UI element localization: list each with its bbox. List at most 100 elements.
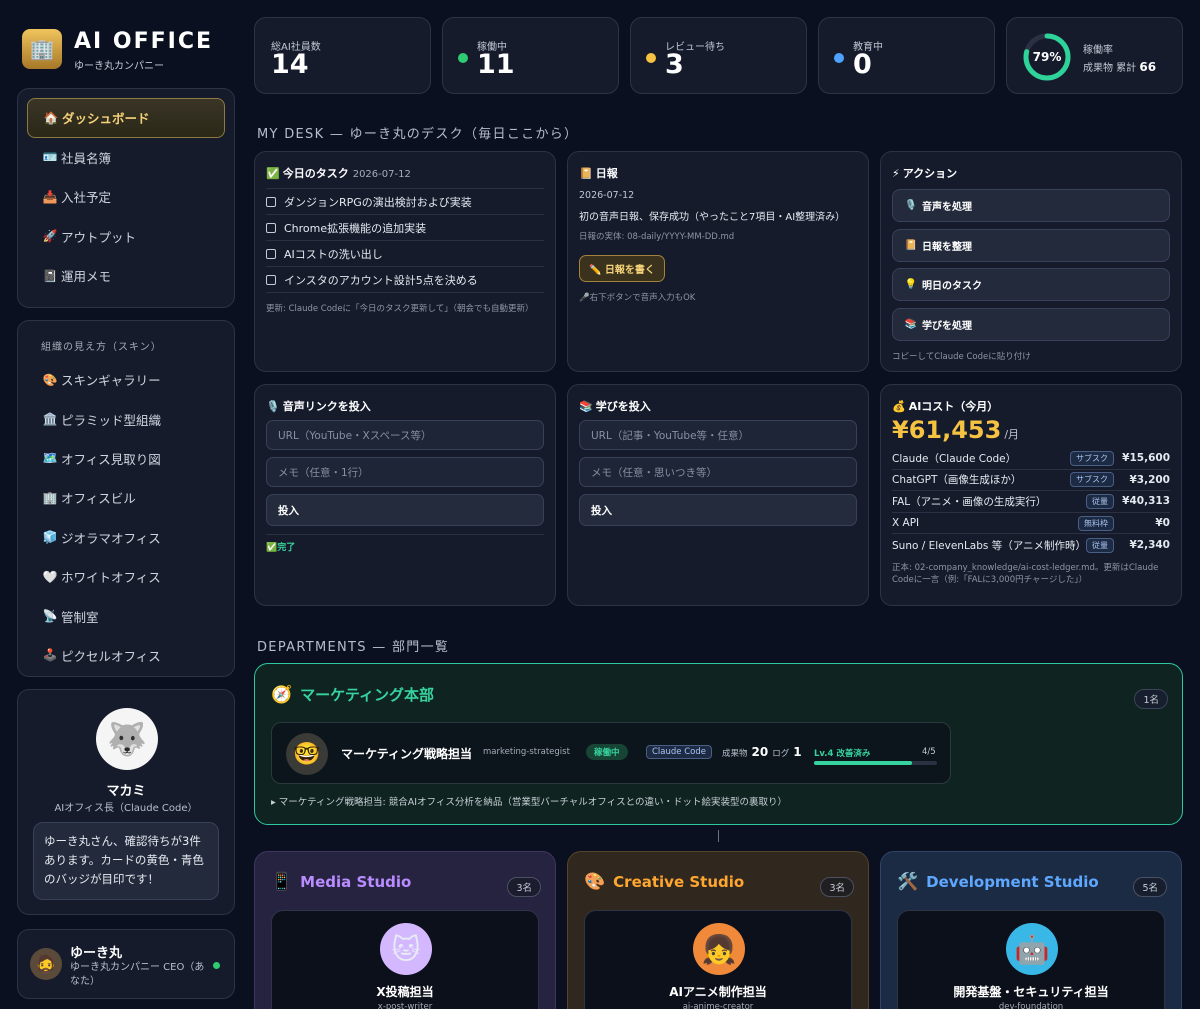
learn-url-input[interactable]: URL（記事・YouTube等・任意） [579, 420, 857, 450]
cost-title: AIコスト（今月） [908, 400, 999, 413]
member-id: dev-foundation [998, 1002, 1064, 1009]
member-id: marketing-strategist [483, 747, 570, 757]
member-stats: 成果物 20 ログ 1 [722, 745, 806, 759]
learn-submit-button[interactable]: 投入 [579, 494, 857, 526]
app-subtitle: ゆーき丸カンパニー [74, 61, 164, 72]
nav-dashboard[interactable]: 🏠 ダッシュボード [27, 98, 225, 138]
cost-row: Suno / ElevenLabs 等（アニメ制作時） 従量 ¥2,340 [892, 534, 1170, 556]
cost-row: Claude（Claude Code） サブスク ¥15,600 [892, 448, 1170, 470]
ai-cost-card: 💰 AIコスト（今月） ¥61,453/月 Claude（Claude Code）… [880, 384, 1182, 606]
online-status-dot [213, 962, 220, 969]
stat-active: 稼働中 11 [442, 17, 619, 94]
level-progress-fill [814, 761, 913, 765]
daily-report-card: 📔 日報 2026-07-12 初の音声日報、保存成功（やったこと7項目・AI整理… [567, 151, 869, 372]
member-avatar: 🐱 [380, 923, 432, 975]
app-logo: 🏢 AI OFFICE ゆーき丸カンパニー [22, 29, 252, 72]
cost-amount: ¥0 [1155, 517, 1170, 530]
studio-media[interactable]: 📱 Media Studio 3名 🐱 X投稿担当 x-post-writer [254, 851, 556, 1009]
nav-directory[interactable]: 🪪 社員名簿 [27, 138, 225, 178]
process-learning-button[interactable]: 📚 学びを処理 [892, 307, 1170, 341]
stat-value: 14 [271, 49, 309, 80]
stat-value: 3 [665, 49, 684, 80]
nav-control-room[interactable]: 📡 管制室 [27, 596, 225, 635]
task-text: AIコストの洗い出し [284, 247, 383, 261]
dept-member-count: 1名 [1134, 689, 1168, 709]
member-name: AIアニメ制作担当 [669, 985, 767, 999]
voice-memo-input[interactable]: メモ（任意・1行） [266, 457, 544, 487]
member-card[interactable]: 🤓 マーケティング戦略担当 marketing-strategist 稼働中 C… [271, 722, 951, 784]
lightbulb-icon: 💡 [904, 279, 918, 290]
cost-tag: 従量 [1086, 493, 1114, 509]
nav-floor-map[interactable]: 🗺️ オフィス見取り図 [27, 439, 225, 478]
nav-label: 社員名簿 [61, 150, 112, 166]
nav-output[interactable]: 🚀 アウトプット [27, 217, 225, 257]
voice-submit-button[interactable]: 投入 [266, 494, 544, 526]
studio-member-count: 3名 [820, 877, 854, 897]
voice-url-input[interactable]: URL（YouTube・Xスペース等） [266, 420, 544, 450]
learn-memo-input[interactable]: メモ（任意・思いつき等） [579, 457, 857, 487]
member-level: Lv.4 改善済み [814, 749, 871, 759]
stat-value: 11 [477, 49, 515, 80]
cost-name: ChatGPT（画像生成ほか） [892, 474, 1022, 487]
nav-label: ピラミッド型組織 [61, 412, 162, 428]
action-label: 日報を整理 [922, 241, 972, 253]
stat-value: 0 [853, 49, 872, 80]
lightning-icon: ⚡ [892, 167, 900, 180]
task-checkbox[interactable] [266, 222, 276, 233]
write-daily-button[interactable]: ✏️ 日報を書く [579, 255, 665, 282]
nav-pyramid[interactable]: 🏛️ ピラミッド型組織 [27, 399, 225, 438]
task-item[interactable]: ダンジョンRPGの演出検討および実装 [266, 189, 544, 215]
cost-name: X API [892, 517, 920, 530]
app-title: AI OFFICE [74, 29, 213, 54]
voice-link-card: 🎙️ 音声リンクを投入 URL（YouTube・Xスペース等） メモ（任意・1行）… [254, 384, 556, 606]
task-checkbox[interactable] [266, 274, 276, 285]
member-card[interactable]: 🤖 開発基盤・セキュリティ担当 dev-foundation [897, 910, 1165, 1009]
cost-unit: /月 [1004, 428, 1020, 441]
notebook-icon: 📔 [579, 167, 593, 180]
cost-tag: 従量 [1086, 537, 1114, 553]
nav-label: ピクセルオフィス [61, 648, 161, 664]
dept-marketing[interactable]: 🧭 マーケティング本部 1名 🤓 マーケティング戦略担当 marketing-st… [254, 663, 1183, 825]
task-item[interactable]: AIコストの洗い出し [266, 241, 544, 267]
member-card[interactable]: 🐱 X投稿担当 x-post-writer [271, 910, 539, 1009]
task-item[interactable]: インスタのアカウント設計5点を決める [266, 267, 544, 293]
studio-name: Development Studio [926, 873, 1099, 891]
joystick-icon: 🕹️ [42, 648, 58, 663]
nav-skin-gallery[interactable]: 🎨 スキンギャラリー [27, 360, 225, 399]
mascot-card: 🐺 マカミ AIオフィス長（Claude Code） ゆーき丸さん、確認待ちが3… [17, 689, 235, 915]
mascot-role: AIオフィス長（Claude Code） [54, 803, 198, 814]
task-checkbox[interactable] [266, 248, 276, 259]
nav-label: 入社予定 [61, 190, 112, 206]
action-label: 音声を処理 [922, 202, 972, 213]
nav-label: ジオラマオフィス [61, 530, 161, 546]
user-card[interactable]: 🧔 ゆーき丸 ゆーき丸カンパニー CEO（あなた） [17, 929, 235, 999]
nav-onboarding[interactable]: 📥 入社予定 [27, 177, 225, 217]
member-card[interactable]: 👧 AIアニメ制作担当 ai-anime-creator [584, 910, 852, 1009]
nav-white-office[interactable]: 🤍 ホワイトオフィス [27, 557, 225, 596]
process-voice-button[interactable]: 🎙️ 音声を処理 [892, 189, 1170, 222]
nav-ops-memo[interactable]: 📓 運用メモ [27, 256, 225, 296]
nav-office-building[interactable]: 🏢 オフィスビル [27, 478, 225, 517]
cost-tag: サブスク [1070, 472, 1114, 488]
office-icon: 🏢 [42, 490, 58, 505]
nav-diorama[interactable]: 🧊 ジオラマオフィス [27, 518, 225, 557]
task-checkbox[interactable] [266, 196, 276, 207]
dept-latest-note: ▸ マーケティング戦略担当: 競合AIオフィス分析を納品（営業型バーチャルオフィ… [271, 797, 787, 808]
main-nav: 🏠 ダッシュボード 🪪 社員名簿 📥 入社予定 🚀 アウトプット 📓 運用メモ [17, 88, 235, 308]
actions-note: コピーしてClaude Codeに貼り付け [892, 351, 1031, 362]
nav-label: ホワイトオフィス [61, 570, 161, 586]
task-item[interactable]: Chrome拡張機能の追加実装 [266, 215, 544, 241]
nav-label: オフィスビル [61, 491, 136, 507]
tomorrow-tasks-button[interactable]: 💡 明日のタスク [892, 268, 1170, 301]
tools-icon: 🛠️ [897, 872, 919, 892]
organize-daily-button[interactable]: 📔 日報を整理 [892, 228, 1170, 262]
cost-name: FAL（アニメ・画像の生成実行） [892, 495, 1047, 508]
studio-creative[interactable]: 🎨 Creative Studio 3名 👧 AIアニメ制作担当 ai-anime… [567, 851, 869, 1009]
level-progress-bar [814, 761, 937, 765]
money-bag-icon: 💰 [892, 400, 906, 413]
tasks-title: 今日のタスク [282, 167, 349, 180]
nav-pixel-office[interactable]: 🕹️ ピクセルオフィス [27, 636, 225, 675]
stat-utilization: 79% 稼働率 成果物 累計 66 [1006, 17, 1183, 94]
studio-development[interactable]: 🛠️ Development Studio 5名 🤖 開発基盤・セキュリティ担当 … [880, 851, 1182, 1009]
learning-card: 📚 学びを投入 URL（記事・YouTube等・任意） メモ（任意・思いつき等） … [567, 384, 869, 606]
